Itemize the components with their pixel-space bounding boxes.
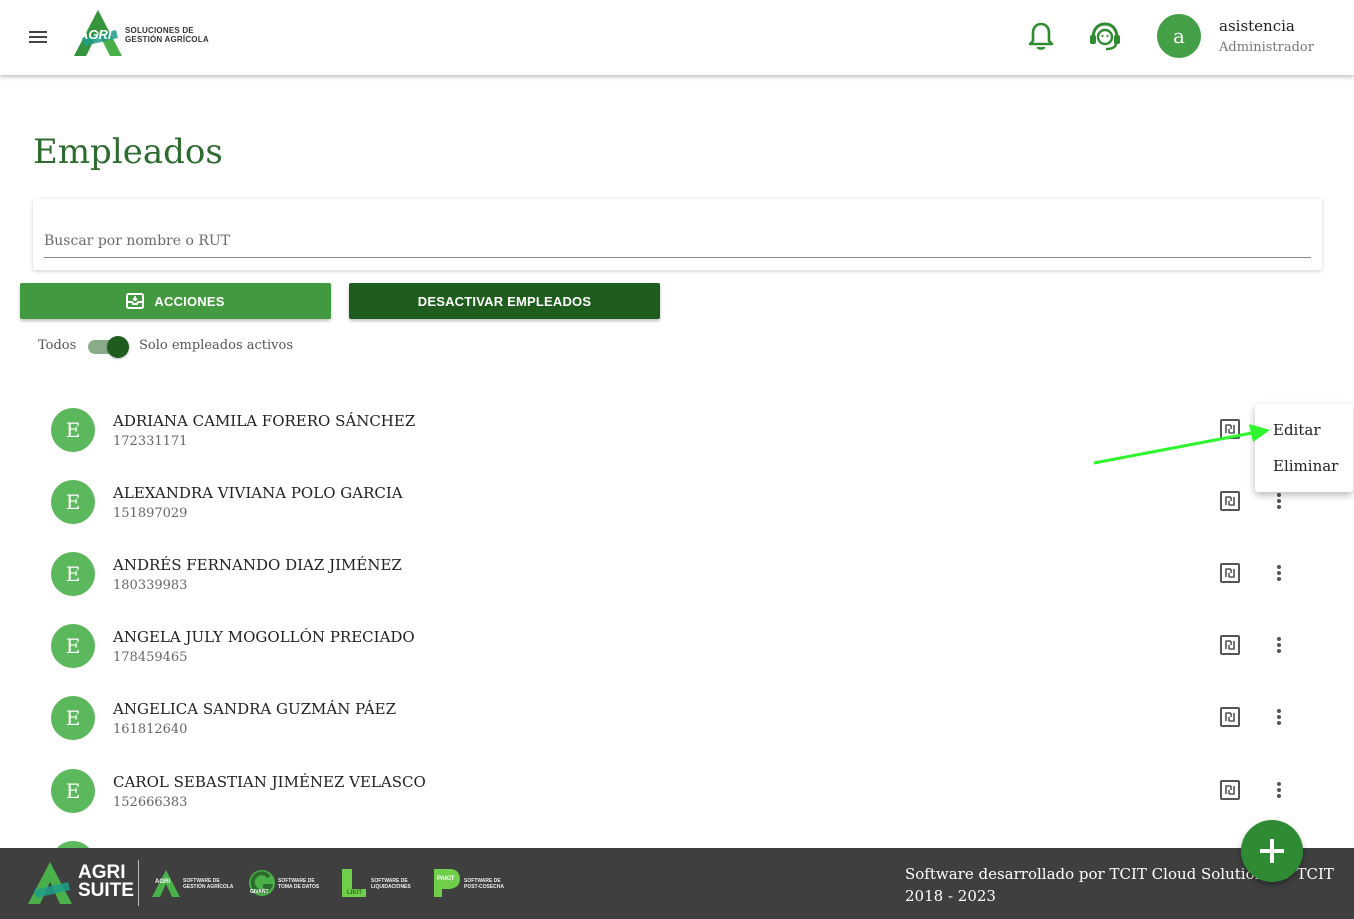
more-vert-icon [1277, 709, 1281, 725]
more-vert-icon [1277, 782, 1281, 798]
more-vert-icon [1277, 493, 1281, 509]
user-role: Administrador [1219, 40, 1314, 55]
app-logo[interactable]: AGRI SOLUCIONES DE GESTIÓN AGRÍCOLA [70, 8, 210, 60]
employee-name: ANGELICA SANDRA GUZMÁN PÁEZ [113, 700, 397, 718]
employee-avatar: E [51, 624, 95, 668]
support-button[interactable] [1087, 18, 1123, 54]
nfc-button[interactable] [1219, 634, 1241, 656]
employee-avatar: E [51, 696, 95, 740]
footer-divider [138, 860, 139, 906]
nfc-icon [1220, 780, 1240, 800]
more-options-button[interactable] [1268, 778, 1290, 802]
list-item[interactable]: E ANGELA JULY MOGOLLÓN PRECIADO 17845946… [0, 609, 1354, 681]
employee-name: ADRIANA CAMILA FORERO SÁNCHEZ [113, 412, 416, 430]
plus-icon [1260, 839, 1284, 863]
filter-all-label: Todos [38, 338, 77, 353]
app-footer: AGRI SUITE AGRI SOFTWARE DE GESTIÓN AGRÍC… [0, 848, 1354, 919]
product-likit: LIKIT SOFTWARE DE LIQUIDACIONES [340, 867, 411, 903]
actions-button[interactable]: ACCIONES [20, 283, 331, 319]
headset-icon [1090, 22, 1120, 51]
more-options-button[interactable] [1268, 561, 1290, 585]
pakit-product-icon [434, 869, 460, 897]
nfc-icon [1220, 707, 1240, 727]
logo-text: AGRI [79, 27, 112, 42]
logo-subtitle: SOLUCIONES DE GESTIÓN AGRÍCOLA [125, 26, 209, 44]
agrisuite-logo: AGRI SUITE [26, 860, 134, 910]
employee-name: ANGELA JULY MOGOLLÓN PRECIADO [113, 628, 415, 646]
more-options-button[interactable] [1268, 705, 1290, 729]
more-vert-icon [1277, 565, 1281, 581]
hamburger-icon [29, 31, 47, 43]
employee-rut: 161812640 [113, 722, 188, 737]
more-options-button[interactable] [1268, 633, 1290, 657]
more-vert-icon [1277, 637, 1281, 653]
bell-icon [1028, 22, 1054, 50]
list-item[interactable]: E ADRIANA CAMILA FORERO SÁNCHEZ 17233117… [0, 393, 1354, 465]
agrisuite-logo-icon [28, 862, 72, 904]
nfc-icon [1220, 635, 1240, 655]
employee-avatar: E [51, 480, 95, 524]
list-item[interactable]: E CAROL SEBASTIAN JIMÉNEZ VELASCO 152666… [0, 754, 1354, 826]
inbox-icon [126, 293, 145, 309]
filter-active-label: Solo empleados activos [139, 338, 294, 353]
deactivate-employees-button[interactable]: DESACTIVAR EMPLEADOS [349, 283, 660, 319]
employee-avatar: E [51, 552, 95, 596]
employee-rut: 152666383 [113, 795, 188, 810]
nfc-icon [1220, 563, 1240, 583]
list-item[interactable]: E ANDRÉS FERNANDO DIAZ JIMÉNEZ 180339983 [0, 537, 1354, 609]
nfc-button[interactable] [1219, 418, 1241, 440]
row-context-menu: Editar Eliminar [1255, 404, 1353, 492]
employee-rut: 172331171 [113, 434, 188, 449]
app-header: AGRI SOLUCIONES DE GESTIÓN AGRÍCOLA a as… [0, 0, 1354, 75]
toggle-thumb [107, 336, 129, 358]
employee-avatar: E [51, 769, 95, 813]
user-avatar[interactable]: a [1157, 14, 1201, 58]
menu-item-edit[interactable]: Editar [1255, 412, 1353, 448]
nfc-button[interactable] [1219, 779, 1241, 801]
menu-item-delete[interactable]: Eliminar [1255, 448, 1353, 484]
nfc-icon [1220, 491, 1240, 511]
product-givant: GIVANT SOFTWARE DE TOMA DE DATOS [247, 867, 319, 903]
user-name[interactable]: asistencia [1219, 17, 1295, 35]
employee-name: ALEXANDRA VIVIANA POLO GARCIA [113, 484, 403, 502]
menu-button[interactable] [24, 24, 52, 50]
product-agri: AGRI SOFTWARE DE GESTIÓN AGRÍCOLA [151, 869, 233, 903]
employee-avatar: E [51, 408, 95, 452]
nfc-button[interactable] [1219, 562, 1241, 584]
more-options-button[interactable] [1268, 489, 1290, 513]
nfc-button[interactable] [1219, 706, 1241, 728]
employee-rut: 178459465 [113, 650, 188, 665]
search-card [33, 199, 1322, 270]
active-only-toggle[interactable] [88, 336, 130, 358]
employee-name: CAROL SEBASTIAN JIMÉNEZ VELASCO [113, 773, 426, 791]
notifications-button[interactable] [1023, 18, 1059, 54]
add-employee-button[interactable] [1241, 820, 1303, 882]
employee-name: ANDRÉS FERNANDO DIAZ JIMÉNEZ [113, 556, 402, 574]
page-title: Empleados [33, 132, 223, 172]
employee-rut: 151897029 [113, 506, 188, 521]
actions-button-label: ACCIONES [154, 293, 225, 309]
list-item[interactable]: E ALEXANDRA VIVIANA POLO GARCIA 15189702… [0, 465, 1354, 537]
list-item[interactable]: E ANGELICA SANDRA GUZMÁN PÁEZ 161812640 [0, 681, 1354, 753]
employee-rut: 180339983 [113, 578, 188, 593]
brand-line2: SUITE [78, 880, 134, 901]
nfc-button[interactable] [1219, 490, 1241, 512]
product-pakit: PAKIT SOFTWARE DE POST-COSECHA [432, 867, 504, 903]
search-input[interactable] [44, 229, 1311, 258]
nfc-icon [1220, 419, 1240, 439]
